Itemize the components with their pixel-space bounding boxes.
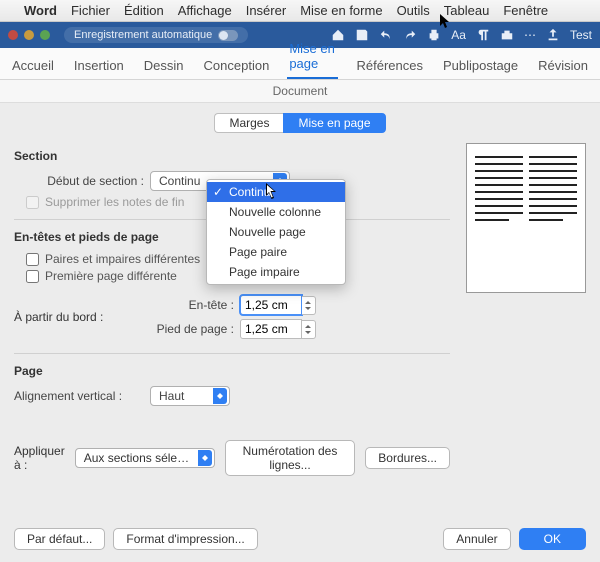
tab-mise-en-page[interactable]: Mise en page (287, 35, 338, 79)
section-start-value: Continu (159, 174, 200, 188)
section-start-label: Début de section : (14, 174, 144, 188)
menubar-item-fenetre[interactable]: Fenêtre (503, 3, 548, 18)
menubar-item-mise-en-forme[interactable]: Mise en forme (300, 3, 382, 18)
footer-distance-input[interactable] (240, 319, 302, 339)
odd-even-label: Paires et impaires différentes (45, 252, 200, 266)
suppress-endnotes-input[interactable] (26, 196, 39, 209)
share-icon[interactable] (546, 28, 560, 42)
default-button[interactable]: Par défaut... (14, 528, 105, 550)
tab-insertion[interactable]: Insertion (72, 52, 126, 79)
chevron-updown-icon (213, 388, 227, 404)
dialog-tab-marges[interactable]: Marges (214, 113, 283, 133)
menubar-item-inserer[interactable]: Insérer (246, 3, 286, 18)
dialog-title: Document (0, 80, 600, 103)
tab-references[interactable]: Références (354, 52, 424, 79)
font-size-icon[interactable]: Aa (451, 28, 466, 42)
paragraph-icon[interactable] (476, 28, 490, 42)
overflow-icon[interactable]: ⋯ (524, 28, 536, 42)
dialog-tabs: Marges Mise en page (14, 113, 586, 133)
toolbox-icon[interactable] (500, 28, 514, 42)
valign-label: Alignement vertical : (14, 389, 144, 403)
cursor-icon (440, 14, 452, 33)
print-format-button[interactable]: Format d'impression... (113, 528, 257, 550)
menubar-item-edition[interactable]: Édition (124, 3, 164, 18)
header-label: En-tête : (134, 298, 234, 312)
ok-button[interactable]: OK (519, 528, 586, 550)
tab-revision[interactable]: Révision (536, 52, 590, 79)
toggle-icon[interactable] (218, 30, 238, 41)
tab-accueil[interactable]: Accueil (10, 52, 56, 79)
line-numbers-button[interactable]: Numérotation des lignes... (225, 440, 356, 476)
chevron-updown-icon (198, 450, 212, 466)
first-page-label: Première page différente (45, 269, 177, 283)
cursor-icon (265, 183, 279, 204)
odd-even-input[interactable] (26, 253, 39, 266)
undo-icon[interactable] (379, 28, 393, 42)
menubar-item-outils[interactable]: Outils (397, 3, 430, 18)
tab-dessin[interactable]: Dessin (142, 52, 186, 79)
valign-value: Haut (159, 389, 184, 403)
from-edge-label: À partir du bord : (14, 310, 124, 324)
apply-to-value: Aux sections séle… (84, 451, 189, 465)
dialog-tab-mise-en-page[interactable]: Mise en page (283, 113, 385, 133)
dropdown-option-nouvelle-colonne[interactable]: Nouvelle colonne (207, 202, 345, 222)
document-name[interactable]: Test (570, 28, 592, 42)
suppress-endnotes-label: Supprimer les notes de fin (45, 195, 184, 209)
autosave-label: Enregistrement automatique (74, 29, 212, 41)
tab-publipostage[interactable]: Publipostage (441, 52, 520, 79)
apply-to-select[interactable]: Aux sections séle… (75, 448, 215, 468)
borders-button[interactable]: Bordures... (365, 447, 450, 469)
valign-select[interactable]: Haut (150, 386, 230, 406)
autosave-toggle[interactable]: Enregistrement automatique (64, 27, 248, 43)
save-icon[interactable] (355, 28, 369, 42)
cancel-button[interactable]: Annuler (443, 528, 510, 550)
section-heading: Section (14, 149, 450, 163)
apply-to-label: Appliquer à : (14, 444, 65, 472)
redo-icon[interactable] (403, 28, 417, 42)
menubar-item-affichage[interactable]: Affichage (178, 3, 232, 18)
page-setup-dialog: Marges Mise en page Section Début de sec… (0, 103, 600, 562)
page-preview (466, 143, 586, 293)
dropdown-option-page-impaire[interactable]: Page impaire (207, 262, 345, 282)
footer-stepper[interactable] (302, 320, 316, 339)
header-stepper[interactable] (302, 296, 316, 315)
tab-conception[interactable]: Conception (202, 52, 272, 79)
ribbon-tabs: Accueil Insertion Dessin Conception Mise… (0, 48, 600, 80)
menubar-app[interactable]: Word (24, 3, 57, 18)
footer-label: Pied de page : (134, 322, 234, 336)
first-page-input[interactable] (26, 270, 39, 283)
window-controls[interactable] (8, 30, 50, 40)
menubar-item-fichier[interactable]: Fichier (71, 3, 110, 18)
dropdown-option-nouvelle-page[interactable]: Nouvelle page (207, 222, 345, 242)
apple-menubar: Word Fichier Édition Affichage Insérer M… (0, 0, 600, 22)
page-heading: Page (14, 364, 450, 378)
header-distance-input[interactable] (240, 295, 302, 315)
dropdown-option-page-paire[interactable]: Page paire (207, 242, 345, 262)
